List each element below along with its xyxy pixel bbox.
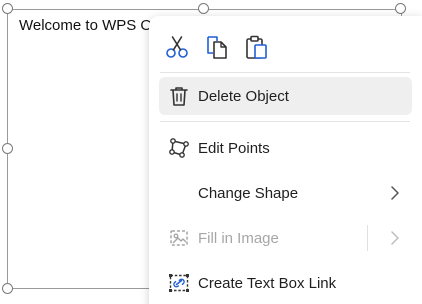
menu-separator [160, 72, 410, 73]
copy-icon[interactable] [204, 34, 230, 60]
menu-item-create-text-box-link[interactable]: Create Text Box Link [159, 264, 412, 302]
menu-item-label: Edit Points [198, 139, 270, 157]
menu-item-delete-object[interactable]: Delete Object [159, 77, 412, 115]
trash-icon [167, 84, 191, 108]
edit-points-icon [167, 136, 191, 160]
menu-separator [160, 121, 410, 122]
menu-item-label: Change Shape [198, 184, 299, 202]
image-fill-icon [167, 226, 191, 250]
text-box-content[interactable]: Welcome to WPS O [19, 17, 152, 34]
chevron-right-icon [388, 185, 402, 201]
context-menu: Delete Object Edit Points Change Shape F… [149, 16, 422, 304]
menu-item-label: Create Text Box Link [198, 274, 337, 292]
menu-item-label: Fill in Image [198, 229, 279, 247]
paste-icon[interactable] [244, 34, 270, 60]
resize-handle-top-left[interactable] [2, 3, 13, 14]
resize-handle-bottom-left[interactable] [2, 283, 13, 294]
menu-item-edit-points[interactable]: Edit Points [159, 129, 412, 167]
menu-item-fill-in-image: Fill in Image [159, 219, 412, 257]
clipboard-actions [164, 32, 270, 62]
chevron-right-icon [388, 230, 402, 246]
resize-handle-top-middle[interactable] [198, 3, 209, 14]
document-canvas: Welcome to WPS O Delete Object Edit Poin… [0, 0, 422, 304]
menu-item-change-shape[interactable]: Change Shape [159, 174, 412, 212]
resize-handle-top-right[interactable] [395, 3, 406, 14]
menu-item-label: Delete Object [198, 87, 289, 105]
text-box-link-icon [167, 271, 191, 295]
cut-icon[interactable] [164, 34, 190, 60]
resize-handle-middle-left[interactable] [2, 143, 13, 154]
submenu-divider [367, 225, 368, 251]
